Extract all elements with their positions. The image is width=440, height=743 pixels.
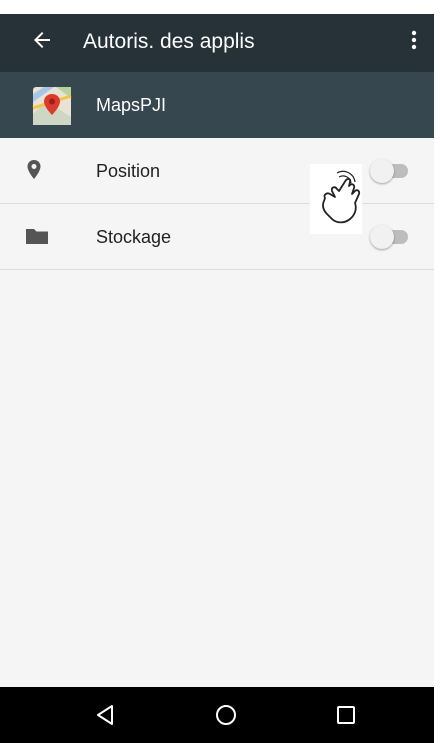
- home-circle-icon[interactable]: [214, 703, 238, 727]
- location-pin-icon: [24, 159, 52, 181]
- back-triangle-icon[interactable]: [94, 703, 118, 727]
- permission-item-stockage[interactable]: Stockage: [0, 204, 434, 270]
- toggle-thumb: [370, 159, 394, 183]
- permission-item-position[interactable]: Position: [0, 138, 434, 204]
- app-bar: Autoris. des applis: [0, 14, 434, 72]
- more-vertical-icon[interactable]: [408, 28, 420, 52]
- navigation-bar: [0, 687, 434, 743]
- maps-app-icon: [32, 86, 72, 126]
- app-name: MapsPJI: [96, 95, 167, 115]
- permission-label: Position: [96, 161, 161, 181]
- position-toggle[interactable]: [370, 159, 410, 183]
- stockage-toggle[interactable]: [370, 225, 410, 249]
- permission-label: Stockage: [96, 227, 172, 247]
- top-edge: [0, 0, 440, 14]
- folder-icon: [24, 225, 52, 247]
- page-title: Autoris. des applis: [83, 30, 255, 53]
- right-edge: [434, 0, 440, 743]
- recents-square-icon[interactable]: [334, 703, 358, 727]
- app-header: MapsPJI: [0, 72, 434, 138]
- toggle-thumb: [370, 225, 394, 249]
- arrow-left-icon[interactable]: [30, 28, 54, 52]
- tap-hand-icon: [310, 164, 362, 234]
